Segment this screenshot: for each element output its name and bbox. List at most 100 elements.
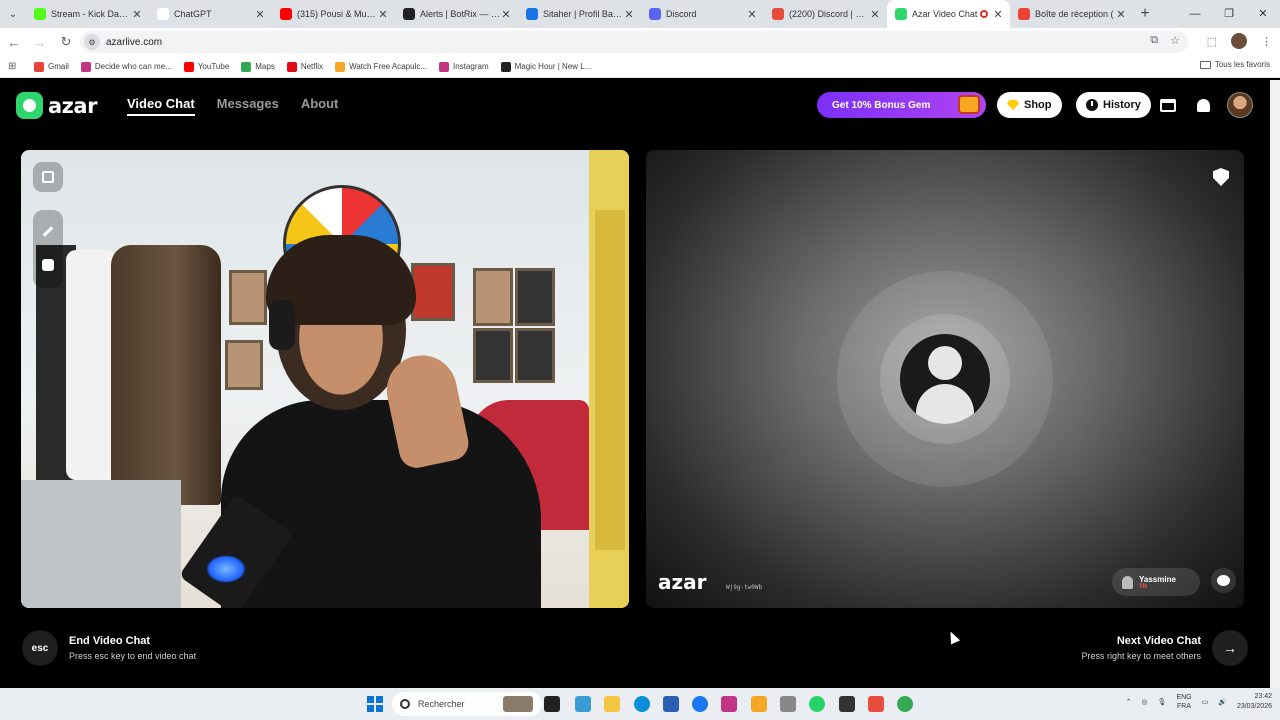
bookmark-item[interactable]: Maps (241, 61, 275, 72)
recording-indicator-icon (980, 10, 988, 18)
language-indicator[interactable]: ENG FRA (1176, 693, 1191, 711)
tab-title: Stream - Kick Dashbo (51, 9, 131, 19)
my-camera-video (21, 150, 629, 608)
bookmark-item[interactable]: YouTube (183, 61, 229, 72)
tray-chevron-icon[interactable]: ⌃ (1126, 698, 1132, 706)
expand-video-button[interactable] (33, 162, 63, 192)
bookmark-star-icon[interactable]: ☆ (1170, 34, 1180, 47)
bonus-gem-promo-button[interactable]: Get 10% Bonus Gem (817, 92, 986, 118)
end-video-chat-title[interactable]: End Video Chat (69, 635, 150, 647)
bookmark-item[interactable]: Decide who can me... (80, 61, 172, 72)
partner-person-icon (1122, 575, 1133, 589)
browser-tab[interactable]: Stream - Kick Dashbo ✕ (26, 0, 149, 28)
maximize-icon[interactable]: ❐ (1212, 0, 1246, 28)
report-shield-icon[interactable] (1213, 168, 1229, 186)
user-avatar[interactable] (1227, 92, 1253, 118)
browser-menu-icon[interactable]: ⋮ (1261, 35, 1272, 48)
tab-close-icon[interactable]: ✕ (254, 8, 266, 21)
tab-close-icon[interactable]: ✕ (1115, 8, 1127, 21)
bookmark-item[interactable]: Instagram (439, 61, 489, 72)
tab-close-icon[interactable]: ✕ (869, 8, 881, 21)
app-red-icon[interactable] (868, 696, 884, 712)
bookmark-item[interactable]: Netflix (286, 61, 323, 72)
shop-button[interactable]: Shop (997, 92, 1062, 118)
browser-tab[interactable]: Discord ✕ (641, 0, 764, 28)
display-icon[interactable]: ▭ (1202, 698, 1209, 706)
site-info-icon[interactable]: ⚙ (84, 34, 100, 50)
browser-tab-strip: ⌄ Stream - Kick Dashbo ✕ ChatGPT ✕ (315) Pou… (0, 0, 1280, 28)
tab-close-icon[interactable]: ✕ (377, 8, 389, 21)
all-bookmarks-button[interactable]: Tous les favoris (1199, 60, 1270, 69)
reload-icon[interactable]: ↻ (54, 34, 78, 50)
face-sticker-icon (42, 259, 54, 271)
tab-close-icon[interactable]: ✕ (746, 8, 758, 21)
microphone-icon[interactable]: 🎙 (1158, 698, 1167, 706)
browser-tab[interactable]: Alerts | BotRix — Cli ✕ (395, 0, 518, 28)
profile-avatar[interactable] (1231, 33, 1247, 49)
azar-logo[interactable]: azar (16, 92, 97, 119)
browser-tab[interactable]: Sitaher | Profil Bakch ✕ (518, 0, 641, 28)
open-chat-button[interactable] (1211, 568, 1236, 593)
tab-close-icon[interactable]: ✕ (131, 8, 143, 21)
next-video-chat-title[interactable]: Next Video Chat (1117, 635, 1201, 647)
nav-about[interactable]: About (301, 96, 339, 116)
instagram-icon[interactable] (721, 696, 737, 712)
store-icon[interactable] (1158, 95, 1178, 115)
partner-profile-chip[interactable]: Yassmine TN (1112, 568, 1200, 596)
new-tab-button[interactable]: + (1133, 5, 1157, 23)
bookmark-item[interactable]: Magic Hour | New L... (500, 61, 591, 72)
network-icon[interactable]: ◎ (1141, 698, 1147, 706)
bookmark-favicon-icon (241, 61, 252, 72)
browser-tab[interactable]: (315) Pousi & Muslim ✕ (272, 0, 395, 28)
history-button[interactable]: History (1076, 92, 1151, 118)
end-video-chat-button[interactable]: esc (22, 630, 58, 666)
forward-icon[interactable]: → (28, 35, 52, 50)
tab-close-icon[interactable]: ✕ (992, 8, 1004, 21)
tab-close-icon[interactable]: ✕ (623, 8, 635, 21)
notes-app-icon[interactable] (751, 696, 767, 712)
tab-close-icon[interactable]: ✕ (500, 8, 512, 21)
system-tray: ⌃ ◎ 🎙 ENG FRA ▭ 🔊 23:42 23/03/2026 (1126, 692, 1272, 712)
widgets-icon[interactable] (575, 696, 591, 712)
clock-date: 23/03/2026 (1236, 703, 1272, 710)
page-scrollbar[interactable] (1270, 80, 1280, 688)
browser-tab[interactable]: ChatGPT ✕ (149, 0, 272, 28)
next-video-chat-button[interactable]: → (1212, 630, 1248, 666)
bookmark-item[interactable]: Watch Free Acapulc... (335, 61, 427, 72)
bookmark-label: Instagram (453, 62, 489, 71)
search-highlight-icon[interactable] (503, 696, 533, 712)
volume-icon[interactable]: 🔊 (1218, 698, 1227, 706)
bell-icon[interactable] (1193, 95, 1213, 115)
beauty-filter-button[interactable] (33, 216, 63, 246)
browser-tab[interactable]: Boîte de réception (✕ (1010, 0, 1133, 28)
task-view-icon[interactable] (544, 696, 560, 712)
file-explorer-icon[interactable] (604, 696, 620, 712)
face-effects-button[interactable] (33, 250, 63, 280)
camera-icon[interactable] (780, 696, 796, 712)
nav-messages[interactable]: Messages (217, 96, 279, 116)
chat-bubble-icon (1217, 575, 1230, 586)
taskbar-clock[interactable]: 23:42 23/03/2026 (1237, 692, 1272, 712)
tab-favicon-icon (649, 8, 661, 20)
store-app-icon[interactable] (663, 696, 679, 712)
browser-tab[interactable]: (2200) Discord | Frier ✕ (764, 0, 887, 28)
whatsapp-icon[interactable] (809, 696, 825, 712)
url-text[interactable]: azarlive.com (106, 37, 162, 48)
facebook-icon[interactable] (692, 696, 708, 712)
back-icon[interactable]: ← (2, 35, 26, 50)
apps-grid-icon[interactable]: ⊞ (8, 61, 22, 72)
obs-icon[interactable] (839, 696, 855, 712)
edge-icon[interactable] (634, 696, 650, 712)
install-app-icon[interactable]: ⧉ (1150, 34, 1158, 47)
address-bar[interactable]: ⚙ azarlive.com ⧉ ☆ (80, 31, 1188, 53)
tab-favicon-icon (895, 8, 907, 20)
minimize-icon[interactable]: — (1178, 0, 1212, 28)
browser-tab[interactable]: Azar Video Chat ✕ (887, 0, 1010, 28)
close-window-icon[interactable]: ✕ (1246, 0, 1280, 28)
chrome-icon[interactable] (897, 696, 913, 712)
tab-search-icon[interactable]: ⌄ (0, 0, 26, 28)
extensions-icon[interactable]: ⬚ (1207, 35, 1217, 48)
windows-start-icon[interactable] (367, 696, 383, 712)
bookmark-item[interactable]: Gmail (34, 61, 69, 72)
nav-video-chat[interactable]: Video Chat (127, 96, 195, 116)
